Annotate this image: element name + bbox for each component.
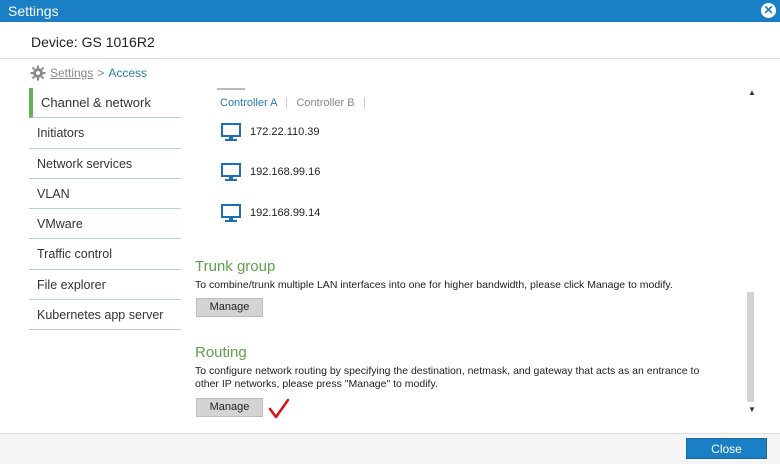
window-titlebar: Settings ✕ xyxy=(0,0,780,22)
monitor-icon xyxy=(221,123,241,141)
sidebar-item-traffic-control[interactable]: Traffic control xyxy=(29,239,181,270)
scroll-down-arrow-icon[interactable]: ▼ xyxy=(748,405,756,414)
close-button[interactable]: Close xyxy=(686,438,767,459)
sidebar-item-file-explorer[interactable]: File explorer xyxy=(29,270,181,301)
monitor-icon xyxy=(221,163,241,181)
sidebar-item-initiators[interactable]: Initiators xyxy=(29,118,181,149)
ip-address: 192.168.99.16 xyxy=(250,166,321,178)
controller-tabs: Controller A Controller B xyxy=(220,97,365,109)
red-checkmark-icon xyxy=(268,398,290,419)
device-label: Device: GS 1016R2 xyxy=(31,34,155,50)
routing-title: Routing xyxy=(195,344,247,361)
sidebar-item-network-services[interactable]: Network services xyxy=(29,149,181,179)
list-item[interactable]: 192.168.99.16 xyxy=(220,162,320,182)
scrollbar-thumb[interactable] xyxy=(747,292,754,402)
monitor-icon xyxy=(221,204,241,222)
sidebar-item-kubernetes[interactable]: Kubernetes app server xyxy=(29,300,181,331)
breadcrumb-separator: > xyxy=(97,66,105,80)
tab-controller-b[interactable]: Controller B xyxy=(287,97,365,109)
sidebar: Channel & network Initiators Network ser… xyxy=(29,88,181,331)
breadcrumb: Settings > Access xyxy=(30,65,147,81)
breadcrumb-current: Access xyxy=(108,66,148,80)
ip-address: 192.168.99.14 xyxy=(250,207,321,219)
tab-indicator xyxy=(217,88,245,90)
scroll-up-arrow-icon[interactable]: ▲ xyxy=(748,88,756,97)
ip-address: 172.22.110.39 xyxy=(250,126,320,138)
trunk-manage-button[interactable]: Manage xyxy=(196,298,263,317)
tab-controller-a[interactable]: Controller A xyxy=(220,97,288,109)
dialog-footer xyxy=(0,433,780,464)
sidebar-item-vmware[interactable]: VMware xyxy=(29,209,181,240)
breadcrumb-settings-link[interactable]: Settings xyxy=(50,66,93,80)
window-title: Settings xyxy=(8,3,59,19)
trunk-group-description: To combine/trunk multiple LAN interfaces… xyxy=(195,279,673,291)
divider xyxy=(0,58,780,59)
sidebar-item-vlan[interactable]: VLAN xyxy=(29,179,181,210)
routing-manage-button[interactable]: Manage xyxy=(196,398,263,417)
list-item[interactable]: 172.22.110.39 xyxy=(220,122,320,142)
window-close-icon[interactable]: ✕ xyxy=(761,3,776,18)
gear-icon xyxy=(30,65,46,81)
routing-description: To configure network routing by specifyi… xyxy=(195,365,700,390)
sidebar-item-channel-network[interactable]: Channel & network xyxy=(29,88,181,119)
trunk-group-title: Trunk group xyxy=(195,258,276,275)
list-item[interactable]: 192.168.99.14 xyxy=(220,203,320,223)
